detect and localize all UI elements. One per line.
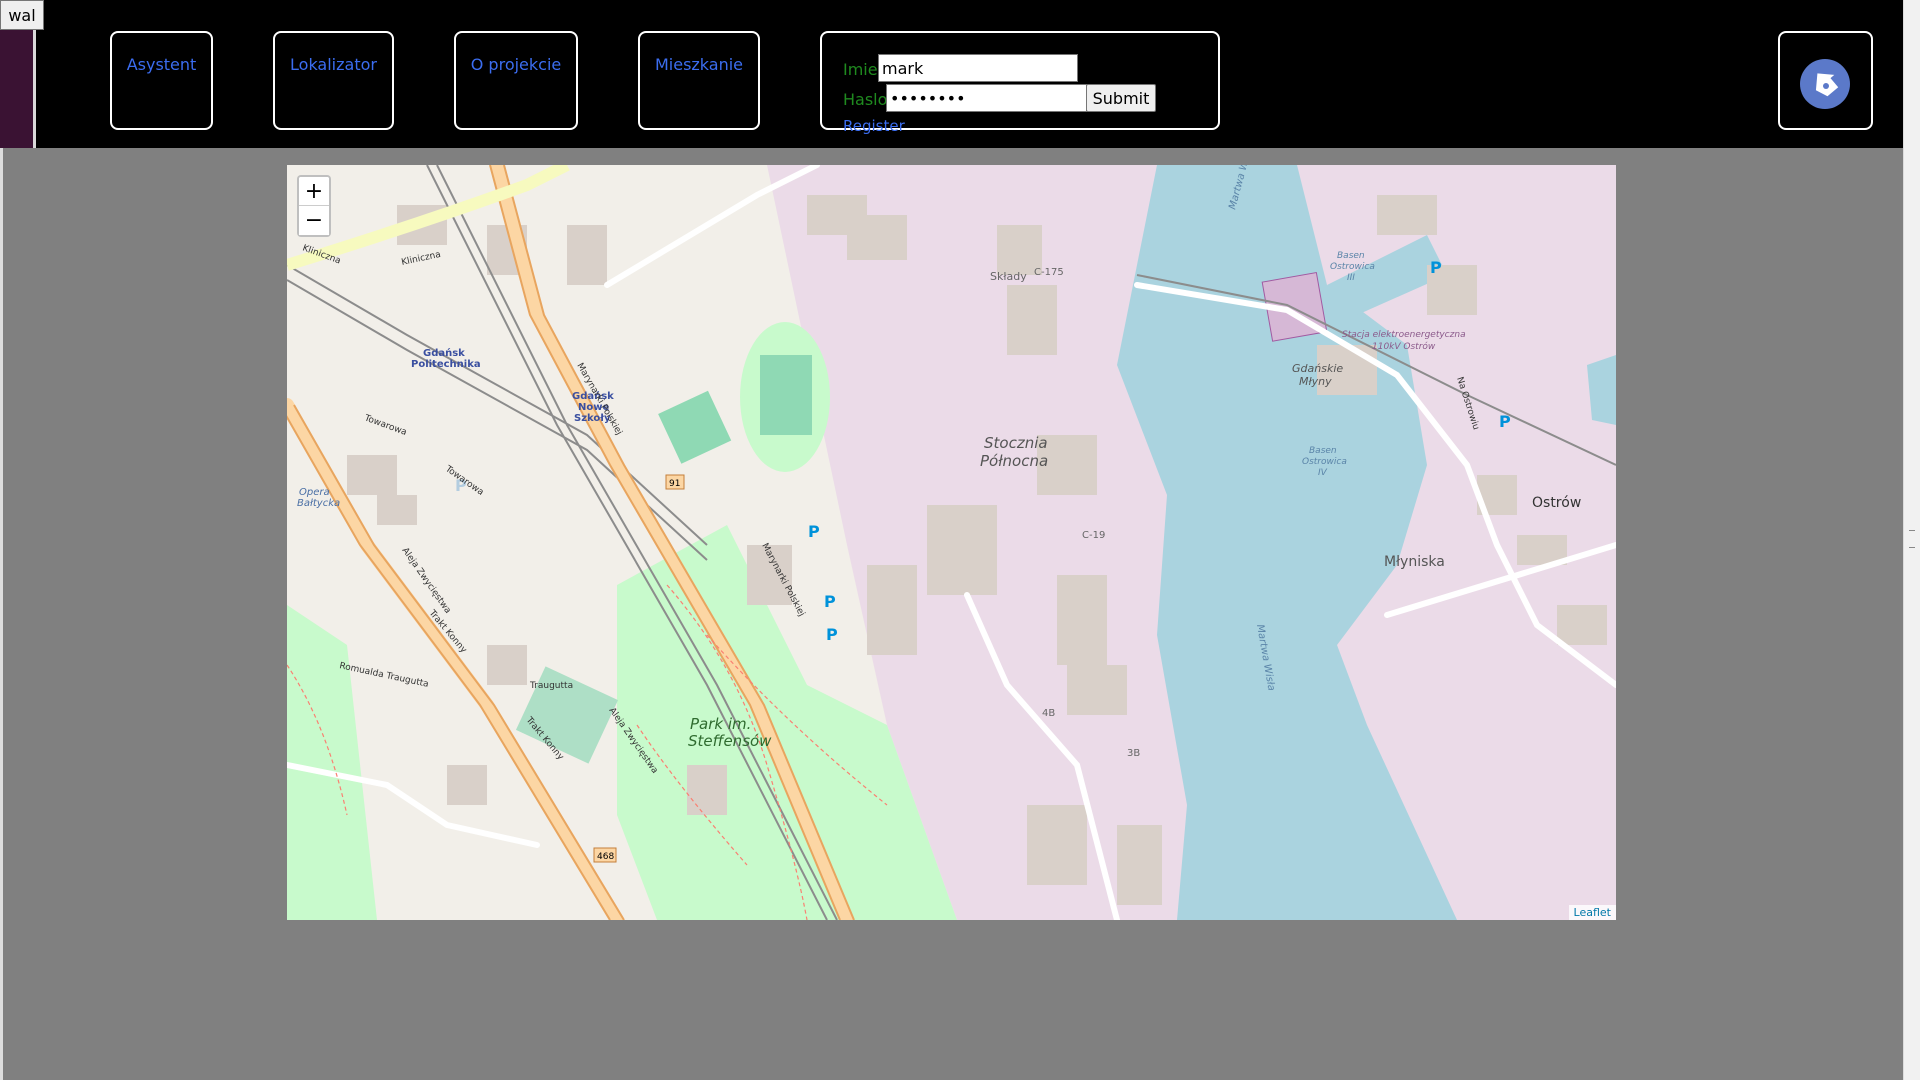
- map-label-opera1: Opera: [299, 487, 330, 498]
- submit-button[interactable]: Submit: [1086, 84, 1156, 112]
- nav-box-mieszkanie: Mieszkanie: [638, 31, 760, 130]
- map-label-3b: 3B: [1127, 748, 1140, 759]
- map-label-basen3c: III: [1347, 273, 1355, 283]
- route-468-label: 468: [597, 852, 614, 862]
- route-91-label: 91: [669, 479, 680, 489]
- logo-box[interactable]: [1778, 31, 1873, 130]
- map-label-gdanskie2: Młyny: [1299, 375, 1332, 388]
- map-view[interactable]: P P P P P P 91 468 Stocznia Północna Par…: [287, 165, 1616, 920]
- main-left-border: [0, 148, 3, 1080]
- map-label-c175: C-175: [1034, 267, 1064, 278]
- nav-link-lokalizator[interactable]: Lokalizator: [275, 55, 392, 74]
- header-bar: Asystent Lokalizator O projekcie Mieszka…: [0, 0, 1903, 148]
- map-label-mlyniska: Młyniska: [1384, 554, 1445, 570]
- map-label-park2: Steffensów: [688, 732, 772, 750]
- parking-icon: P: [808, 522, 820, 541]
- map-label-polnocna: Północna: [980, 452, 1048, 470]
- nav-link-asystent[interactable]: Asystent: [112, 55, 211, 74]
- parking-icon: P: [1430, 258, 1442, 277]
- nav-box-o-projekcie: O projekcie: [454, 31, 578, 130]
- map-label-stacja2: 110kV Ostrów: [1372, 341, 1436, 352]
- map-label-gdanskie1: Gdańskie: [1292, 362, 1343, 375]
- nav-box-asystent: Asystent: [110, 31, 213, 130]
- map-label-basen3a: Basen: [1337, 251, 1365, 261]
- map-label-c19: C-19: [1082, 530, 1105, 541]
- nav-link-o-projekcie[interactable]: O projekcie: [456, 55, 576, 74]
- map-label-gdansk-pol1: Gdańsk: [423, 347, 465, 359]
- map-label-ostrow: Ostrów: [1532, 495, 1581, 511]
- vertical-scrollbar[interactable]: [1903, 0, 1920, 1080]
- header-side-panel: [0, 30, 36, 148]
- map-label-gdansk-pol2: Politechnika: [411, 359, 481, 370]
- map-label-4b: 4B: [1042, 708, 1055, 719]
- map-label-stacja1: Stacja elektroenergetyczna: [1342, 330, 1466, 340]
- zoom-control: + −: [297, 175, 331, 237]
- parking-icon: P: [824, 592, 836, 611]
- password-input[interactable]: [886, 84, 1087, 112]
- street-label-traugutta: Traugutta: [529, 681, 573, 691]
- map-label-park1: Park im.: [690, 715, 751, 733]
- map-attribution[interactable]: Leaflet: [1568, 905, 1616, 920]
- map-label-basen4a: Basen: [1309, 446, 1337, 456]
- map-label-basen4c: IV: [1318, 468, 1328, 478]
- nav-link-mieszkanie[interactable]: Mieszkanie: [640, 55, 758, 74]
- parking-icon: P: [1499, 412, 1511, 431]
- logo-icon[interactable]: [1800, 59, 1850, 109]
- map-tiles: P P P P P P 91 468 Stocznia Północna Par…: [287, 165, 1616, 920]
- map-label-stocznia: Stocznia: [984, 434, 1048, 452]
- parking-icon: P: [826, 625, 838, 644]
- name-input[interactable]: [878, 54, 1078, 82]
- register-link[interactable]: Register: [843, 117, 905, 135]
- zoom-out-button[interactable]: −: [299, 206, 329, 235]
- zoom-in-button[interactable]: +: [299, 177, 329, 206]
- wal-button[interactable]: wal: [0, 0, 44, 30]
- map-label-sklady: Składy: [990, 270, 1027, 283]
- scrollbar-grip-icon[interactable]: [1909, 530, 1915, 548]
- map-label-opera2: Bałtycka: [297, 498, 340, 509]
- map-label-basen3b: Ostrowica: [1330, 262, 1375, 272]
- map-label-basen4b: Ostrowica: [1302, 457, 1347, 467]
- nav-box-lokalizator: Lokalizator: [273, 31, 394, 130]
- name-label: Imie: [843, 60, 878, 79]
- login-form: Imie Haslo Submit Register: [820, 31, 1220, 135]
- password-label: Haslo: [843, 90, 888, 109]
